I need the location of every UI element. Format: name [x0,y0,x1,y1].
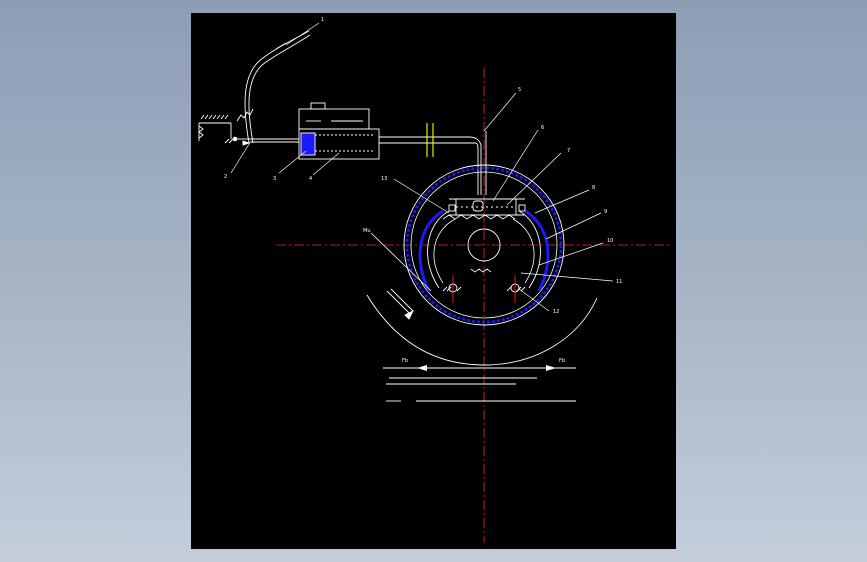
callout-3: 3 [273,176,276,182]
callout-10: 10 [607,238,613,244]
leading-brake-shoe [418,209,456,292]
brake-pedal [198,30,311,146]
force-left-symbol: Fb [402,358,408,364]
brake-system-diagram: 1 2 3 4 5 6 7 8 9 10 11 12 13 Mu Fb Fb [198,17,669,543]
callout-11: 11 [616,279,622,285]
callout-9: 9 [604,209,607,215]
force-right-symbol: Fb [559,358,565,364]
callout-8: 8 [592,185,595,191]
trailing-brake-shoe [512,209,550,292]
drawing-sheet: 1 2 3 4 5 6 7 8 9 10 11 12 13 Mu Fb Fb [191,13,676,549]
return-spring [470,268,492,273]
rotation-arrow [386,288,415,320]
callout-5: 5 [518,87,521,93]
callout-7: 7 [567,148,570,154]
pipe-coupling [426,123,434,157]
master-cylinder [298,102,380,160]
callout-2: 2 [224,174,227,180]
callout-1: 1 [321,17,324,23]
callout-4: 4 [309,176,312,182]
moment-symbol: Mu [363,228,370,234]
callout-12: 12 [553,309,559,315]
callout-13: 13 [381,176,387,182]
ground-lines [383,367,576,402]
callout-6: 6 [541,125,544,131]
